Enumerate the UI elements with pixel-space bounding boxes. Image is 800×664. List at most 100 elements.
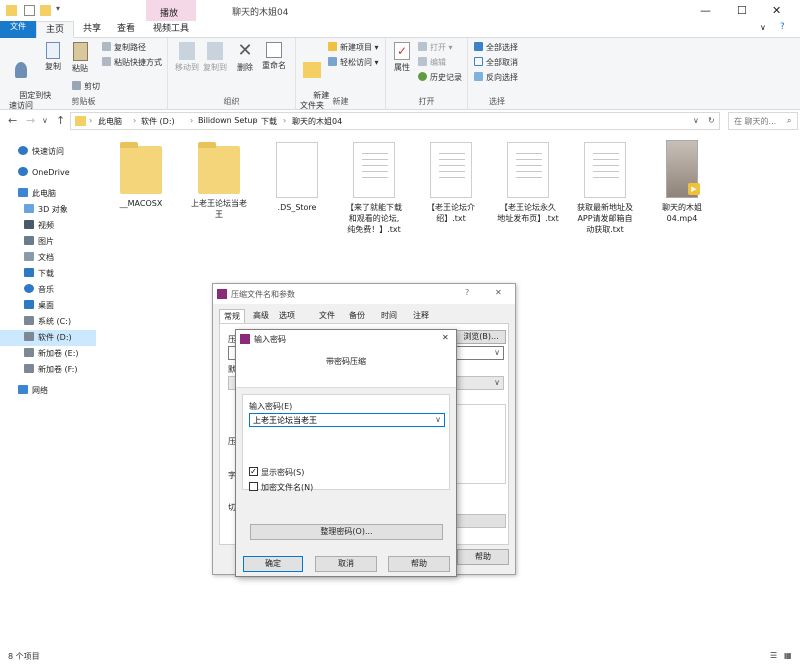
- properties-button[interactable]: ✓ 属性: [390, 42, 414, 73]
- large-icons-view-icon[interactable]: ▦: [784, 651, 792, 660]
- collapse-ribbon-icon[interactable]: ∨: [760, 23, 766, 32]
- new-group: 新建 文件夹 新建项目 ▾ 轻松访问 ▾ 新建: [296, 38, 386, 110]
- tab-time[interactable]: 时间: [377, 309, 401, 323]
- crumb-bilidown[interactable]: Bilidown Setup: [198, 116, 258, 125]
- tab-advanced[interactable]: 高级: [249, 309, 273, 323]
- file-item-video[interactable]: ▶ 聊天的木姐 04.mp4: [643, 140, 721, 224]
- dialog-close-icon[interactable]: ✕: [495, 288, 502, 297]
- file-item-txt[interactable]: 【老王论坛介 绍】.txt: [412, 142, 490, 224]
- file-item-txt[interactable]: 【老王论坛永久 地址发布页】.txt: [489, 142, 567, 224]
- open-group: ✓ 属性 打开 ▾ 编辑 历史记录 打开: [386, 38, 468, 110]
- select-none-button[interactable]: 全部取消: [474, 57, 518, 70]
- crumb-current-folder[interactable]: 聊天的木姐04: [292, 116, 342, 127]
- file-item-txt[interactable]: 获取最新地址及 APP请发邮箱自 动获取.txt: [566, 142, 644, 235]
- crumb-drive-d[interactable]: 软件 (D:): [141, 116, 175, 127]
- crumb-sep-icon: ›: [89, 116, 93, 125]
- show-password-checkbox[interactable]: ✓: [249, 467, 258, 476]
- close-button[interactable]: ✕: [772, 4, 781, 17]
- sidebar-item-drive-c[interactable]: 系统 (C:): [0, 314, 96, 330]
- sidebar-item-documents[interactable]: 文档: [0, 250, 96, 266]
- cancel-button[interactable]: 取消: [315, 556, 377, 572]
- sidebar-item-3d-objects[interactable]: 3D 对象: [0, 202, 96, 218]
- crumb-this-pc[interactable]: 此电脑: [98, 116, 122, 127]
- file-item-folder[interactable]: 上老王论坛当老 王: [180, 142, 258, 220]
- tab-share[interactable]: 共享: [76, 21, 108, 38]
- refresh-icon[interactable]: ↻: [708, 116, 715, 125]
- crumb-sep-icon: ›: [253, 116, 257, 125]
- edit-button[interactable]: 编辑: [418, 57, 446, 70]
- tab-video-tools[interactable]: 视频工具: [146, 21, 196, 38]
- tab-options[interactable]: 选项: [275, 309, 299, 323]
- customize-arrow-icon[interactable]: ▾: [56, 4, 67, 15]
- copy-to-button[interactable]: 复制到: [202, 42, 228, 73]
- encrypt-filenames-label[interactable]: 加密文件名(N): [261, 482, 313, 493]
- sidebar-item-downloads[interactable]: 下载: [0, 266, 96, 282]
- dialog-close-icon[interactable]: ✕: [442, 333, 449, 342]
- address-bar[interactable]: › 此电脑 › 软件 (D:) › Bilidown Setup › 下载 › …: [70, 112, 720, 130]
- details-view-icon[interactable]: ☰: [770, 651, 777, 660]
- new-item-button[interactable]: 新建项目 ▾: [328, 42, 379, 55]
- search-box[interactable]: 在 聊天的... ⌕: [728, 112, 798, 130]
- crumb-download[interactable]: 下载: [261, 116, 277, 127]
- set-password-button[interactable]: [456, 514, 506, 528]
- sidebar-item-quick-access[interactable]: 快速访问: [0, 144, 96, 160]
- ok-button[interactable]: 确定: [243, 556, 303, 572]
- show-password-label[interactable]: 显示密码(S): [261, 467, 304, 478]
- delete-button[interactable]: ✕ 删除: [234, 42, 256, 73]
- sidebar-item-this-pc[interactable]: 此电脑: [0, 186, 96, 202]
- cut-button[interactable]: 剪切: [72, 81, 100, 94]
- file-item-file[interactable]: .DS_Store: [258, 142, 336, 213]
- select-all-button[interactable]: 全部选择: [474, 42, 518, 55]
- move-to-button[interactable]: 移动到: [174, 42, 200, 73]
- history-button[interactable]: 历史记录: [418, 72, 462, 85]
- move-to-icon: [179, 42, 195, 60]
- paste-button[interactable]: 粘贴: [68, 42, 92, 74]
- help-button[interactable]: 帮助: [457, 549, 509, 565]
- open-button[interactable]: 打开 ▾: [418, 42, 453, 55]
- sidebar-item-music[interactable]: 音乐: [0, 282, 96, 298]
- easy-access-button[interactable]: 轻松访问 ▾: [328, 57, 379, 70]
- sidebar-item-drive-f[interactable]: 新加卷 (F:): [0, 362, 96, 378]
- tab-view[interactable]: 查看: [110, 21, 142, 38]
- organize-group: 移动到 复制到 ✕ 删除 重命名 组织: [168, 38, 296, 110]
- tab-backup[interactable]: 备份: [345, 309, 369, 323]
- copy-button[interactable]: 复制: [42, 42, 64, 72]
- new-folder-icon[interactable]: [40, 5, 51, 16]
- minimize-button[interactable]: —: [700, 4, 711, 17]
- forward-arrow-icon[interactable]: →: [26, 114, 35, 127]
- address-dropdown-icon[interactable]: ∨: [693, 116, 699, 125]
- copy-path-button[interactable]: 复制路径: [102, 42, 146, 55]
- back-arrow-icon[interactable]: ←: [8, 114, 17, 127]
- encrypt-filenames-checkbox[interactable]: [249, 482, 258, 491]
- sidebar-item-videos[interactable]: 视频: [0, 218, 96, 234]
- organize-passwords-button[interactable]: 整理密码(O)...: [250, 524, 443, 540]
- file-item-folder[interactable]: __MACOSX: [102, 142, 180, 209]
- edit-icon: [418, 57, 427, 66]
- up-arrow-icon[interactable]: ↑: [56, 114, 65, 127]
- sidebar-item-pictures[interactable]: 图片: [0, 234, 96, 250]
- file-name: 上老王论坛当老 王: [191, 199, 247, 219]
- sidebar-item-network[interactable]: 网络: [0, 383, 96, 399]
- sidebar-item-drive-d[interactable]: 软件 (D:): [0, 330, 96, 346]
- properties-icon[interactable]: [24, 5, 35, 16]
- browse-button[interactable]: 浏览(B)...: [456, 330, 506, 344]
- tab-files[interactable]: 文件: [315, 309, 339, 323]
- recent-dropdown-icon[interactable]: ∨: [42, 116, 48, 125]
- tab-comment[interactable]: 注释: [409, 309, 433, 323]
- rename-button[interactable]: 重命名: [260, 42, 288, 71]
- sidebar-item-desktop[interactable]: 桌面: [0, 298, 96, 314]
- sidebar-item-drive-e[interactable]: 新加卷 (E:): [0, 346, 96, 362]
- tab-file[interactable]: 文件: [0, 21, 36, 38]
- tab-general[interactable]: 常规: [219, 309, 245, 323]
- help-button[interactable]: 帮助: [388, 556, 450, 572]
- help-icon[interactable]: ?: [780, 22, 785, 32]
- play-context-tab[interactable]: 播放: [146, 0, 196, 21]
- maximize-button[interactable]: ☐: [737, 4, 747, 17]
- dialog-help-icon[interactable]: ?: [465, 288, 469, 297]
- paste-shortcut-button[interactable]: 粘贴快捷方式: [102, 57, 162, 70]
- invert-selection-button[interactable]: 反向选择: [474, 72, 518, 85]
- tab-home[interactable]: 主页: [36, 21, 74, 38]
- sidebar-item-onedrive[interactable]: OneDrive: [0, 165, 96, 181]
- password-input[interactable]: 上老王论坛当老王 ∨: [249, 413, 445, 427]
- file-item-txt[interactable]: 【来了就能下载 和观看的论坛, 纯免费！】.txt: [335, 142, 413, 235]
